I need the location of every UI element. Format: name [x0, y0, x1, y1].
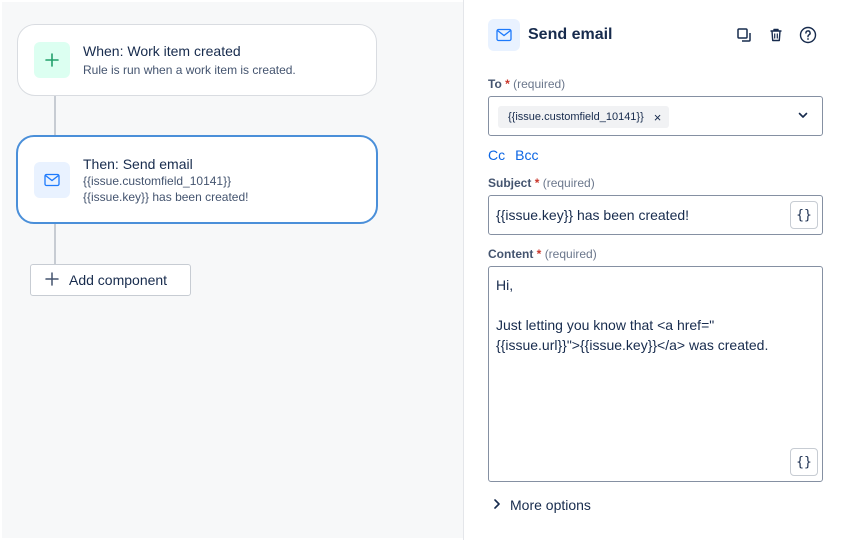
recipient-chip-label: {{issue.customfield_10141}} — [508, 111, 644, 123]
remove-chip-button[interactable]: × — [654, 110, 662, 125]
content-value: Hi, Just letting you know that <a href="… — [496, 277, 769, 353]
smart-value-button[interactable]: {} — [790, 448, 818, 476]
help-icon[interactable] — [798, 25, 818, 45]
recipient-chip: {{issue.customfield_10141}} × — [498, 106, 670, 128]
subject-label: Subject * (required) — [488, 176, 595, 190]
trash-icon[interactable] — [766, 25, 786, 45]
trigger-title: When: Work item created — [83, 43, 241, 59]
trigger-card[interactable]: When: Work item created Rule is run when… — [17, 24, 377, 96]
action-line-2: {{issue.key}} has been created! — [83, 190, 249, 204]
action-title: Then: Send email — [83, 156, 193, 172]
add-component-button[interactable]: Add component — [30, 264, 191, 296]
bcc-link[interactable]: Bcc — [515, 147, 538, 163]
to-field[interactable]: {{issue.customfield_10141}} × — [488, 96, 823, 136]
config-panel: Send email To * (required) {{issue.custo… — [464, 0, 846, 530]
panel-title: Send email — [528, 26, 613, 43]
duplicate-icon[interactable] — [734, 25, 754, 45]
chevron-down-icon[interactable] — [796, 108, 810, 127]
chevron-right-icon — [492, 497, 502, 513]
connector-line — [54, 96, 56, 136]
trigger-subtitle: Rule is run when a work item is created. — [83, 63, 296, 77]
panel-header: Send email — [488, 19, 828, 51]
plus-icon — [34, 42, 70, 78]
smart-value-button[interactable]: {} — [790, 201, 818, 229]
content-textarea[interactable]: Hi, Just letting you know that <a href="… — [488, 266, 823, 482]
to-label: To * (required) — [488, 77, 566, 91]
content-label: Content * (required) — [488, 247, 597, 261]
plus-icon — [45, 270, 59, 290]
subject-value: {{issue.key}} has been created! — [496, 207, 690, 223]
add-component-label: Add component — [69, 272, 168, 288]
action-line-1: {{issue.customfield_10141}} — [83, 174, 232, 188]
mail-icon — [34, 162, 70, 198]
connector-line — [54, 224, 56, 264]
more-options-label: More options — [510, 497, 591, 513]
subject-field[interactable]: {{issue.key}} has been created! {} — [488, 195, 823, 235]
cc-link[interactable]: Cc — [488, 147, 505, 163]
more-options-toggle[interactable]: More options — [492, 497, 591, 513]
mail-icon — [488, 19, 520, 51]
action-card[interactable]: Then: Send email {{issue.customfield_101… — [16, 135, 378, 224]
